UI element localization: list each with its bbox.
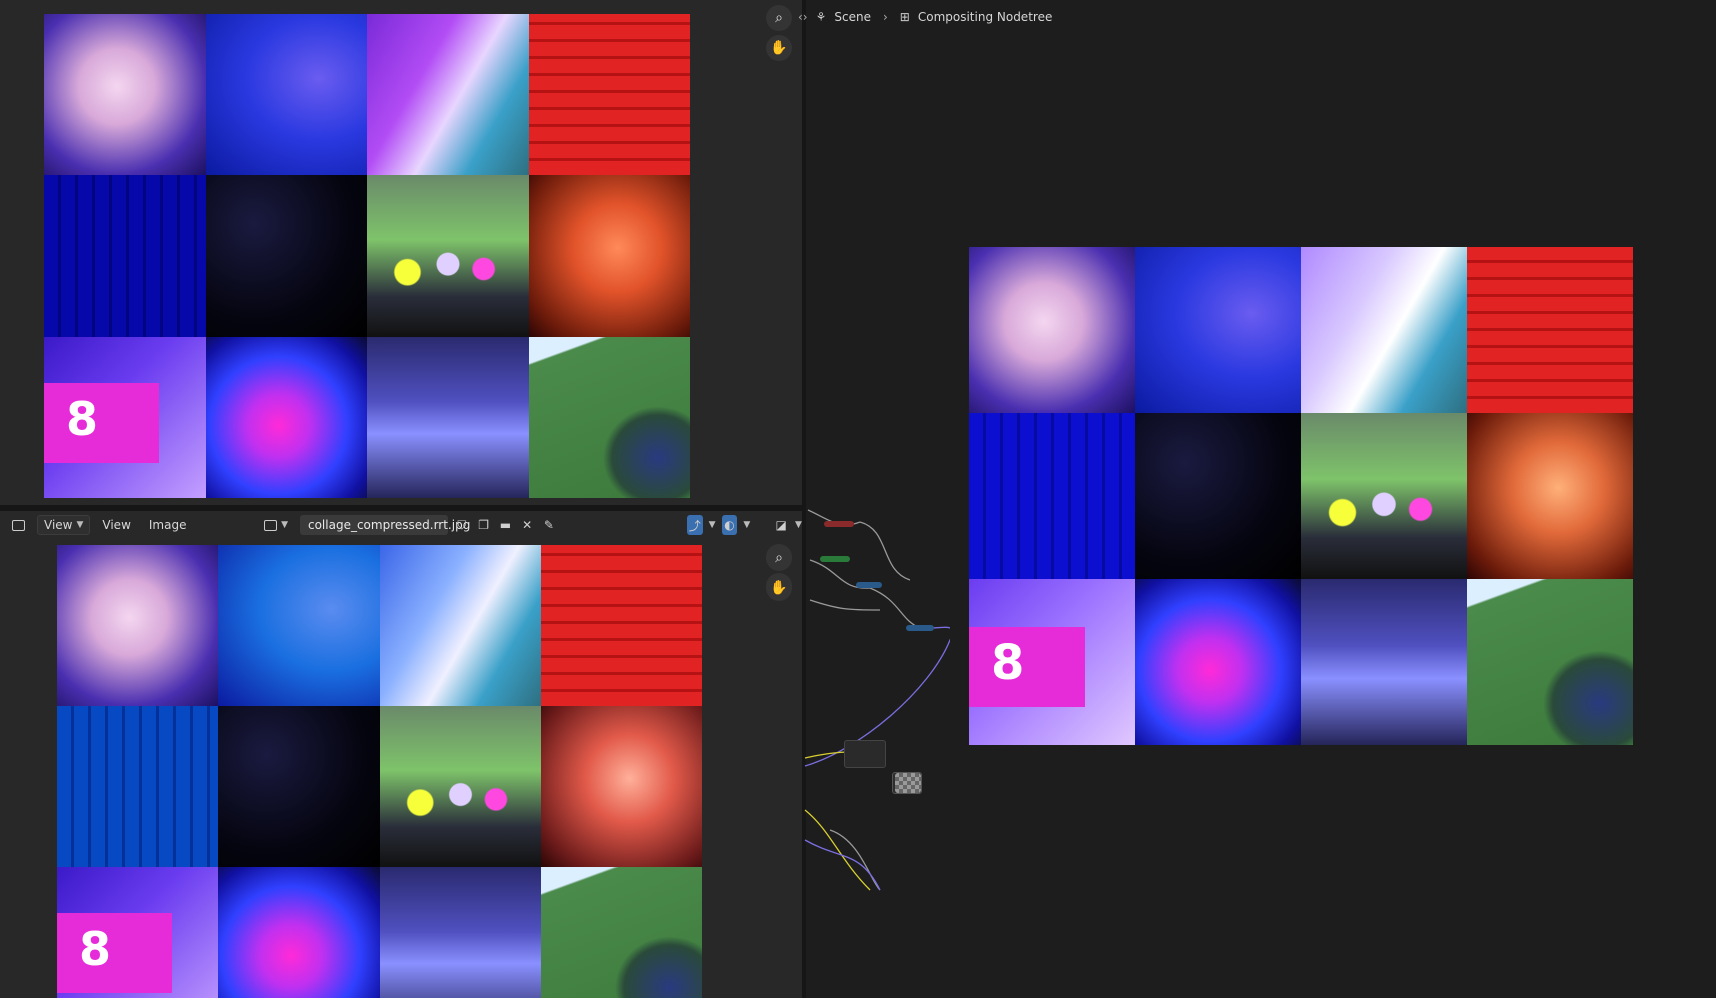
tile-light-beam [379,545,541,706]
node-blue[interactable] [856,582,882,588]
chevron-down-icon: ▼ [76,520,84,530]
node-link [869,587,921,629]
chevron-down-icon: ▼ [281,520,288,530]
node-link [804,809,871,891]
node-link [859,521,911,581]
blender-window: 8 View ▼ View Image ▼ collage_compressed… [0,0,1716,998]
image-name-field[interactable]: collage_compressed.rrt.jpg [299,515,470,535]
checker-preview [895,773,921,793]
node-link [809,599,881,611]
chevron-down-icon[interactable]: ▼ [743,520,750,530]
collapse-arrows-icon[interactable]: ‹› [798,10,808,24]
menu-image[interactable]: Image [143,515,193,535]
tile-palette-red [1467,247,1633,413]
tile-magenta-orb [1135,579,1301,745]
node-viewer[interactable] [844,740,886,768]
tile-person-beanie [540,706,702,867]
compositor-backdrop: 8 [969,247,1633,745]
breadcrumb-separator-icon: › [882,10,888,24]
tile-color-checker-balls [367,175,529,337]
tile-spectrum [205,175,367,337]
tile-color-checker-balls [379,706,541,867]
tile-light-beam [1301,247,1467,413]
tile-green-screen [540,867,702,998]
tile-number-eight: 8 [57,867,219,998]
close-icon[interactable]: ✕ [519,515,535,535]
editor-type-button[interactable] [6,515,31,535]
tile-palette-red [528,14,690,176]
node-red[interactable] [824,521,854,527]
tile-face-blue [205,14,367,176]
tile-palette-blue [44,175,206,337]
tile-plush-toy [969,247,1135,413]
display-channels-icon[interactable]: ◪ [773,515,789,535]
pink-rect [57,913,172,993]
duplicate-image-icon[interactable]: ❐ [476,515,492,535]
tile-palette-red [540,545,702,706]
node-links [804,509,950,891]
tile-number-eight: 8 [969,579,1135,745]
tile-plush-toy [44,14,206,176]
tile-face-blue [218,545,380,706]
node-blue[interactable] [906,625,934,631]
tile-spectrum [218,706,380,867]
left-column: 8 View ▼ View Image ▼ collage_compressed… [0,0,802,998]
big-eight-text: 8 [79,922,112,976]
image-editor-bottom[interactable]: View ▼ View Image ▼ collage_compressed.r… [0,511,802,998]
fake-user-shield-icon[interactable]: ⛉ [454,515,470,535]
breadcrumb: ‹› ⚘ Scene › ⊞ Compositing Nodetree [798,6,1052,28]
open-folder-icon[interactable]: ▬ [497,515,513,535]
image-editor-top[interactable]: 8 [0,0,802,505]
node-green[interactable] [820,556,850,562]
image-browse-button[interactable]: ▼ [258,515,294,535]
tile-face-blue [1135,247,1301,413]
node-link [829,829,881,891]
tile-green-screen [1467,579,1633,745]
tile-palette-blue [57,706,219,867]
pink-rect [969,627,1085,707]
tile-spectrum [1135,413,1301,579]
tile-number-eight: 8 [44,336,206,498]
pan-hand-icon[interactable]: ✋ [766,575,792,601]
tile-person-beanie [528,175,690,337]
node-link [804,839,881,891]
tile-cafe-neon [379,867,541,998]
tile-plush-toy [57,545,219,706]
menu-view[interactable]: View [96,515,136,535]
tile-color-checker-balls [1301,413,1467,579]
tile-light-beam [367,14,529,176]
mode-select[interactable]: View ▼ [37,515,91,535]
image-editor-icon [12,519,25,531]
tile-cafe-neon [1301,579,1467,745]
tile-magenta-orb [218,867,380,998]
overlay-toggle-icon[interactable]: ◐ [721,515,738,535]
big-eight-text: 8 [66,391,99,446]
collage-image-bottom[interactable]: 8 [57,545,702,998]
big-eight-text: 8 [991,635,1025,691]
pan-hand-icon[interactable]: ✋ [766,35,792,61]
breadcrumb-scene[interactable]: Scene [834,10,871,24]
node-tree-icon: ⊞ [899,10,910,24]
scopes-toggle-icon[interactable]: ⤴ [686,515,703,535]
pin-icon[interactable]: ✎ [541,515,557,535]
zoom-icon[interactable]: ⌕ [766,545,792,571]
tile-palette-blue [969,413,1135,579]
collage-image-top[interactable]: 8 [44,14,690,498]
tile-cafe-neon [367,336,529,498]
image-icon [264,519,278,531]
breadcrumb-tree[interactable]: Compositing Nodetree [918,10,1053,24]
tile-person-beanie [1467,413,1633,579]
chevron-down-icon[interactable]: ▼ [709,520,716,530]
zoom-icon[interactable]: ⌕ [766,5,792,31]
scene-icon: ⚘ [815,10,827,24]
tile-green-screen [528,336,690,498]
image-editor-header: View ▼ View Image ▼ collage_compressed.r… [6,514,802,536]
mode-select-label: View [44,518,73,532]
pink-rect [44,382,159,463]
tile-magenta-orb [205,336,367,498]
